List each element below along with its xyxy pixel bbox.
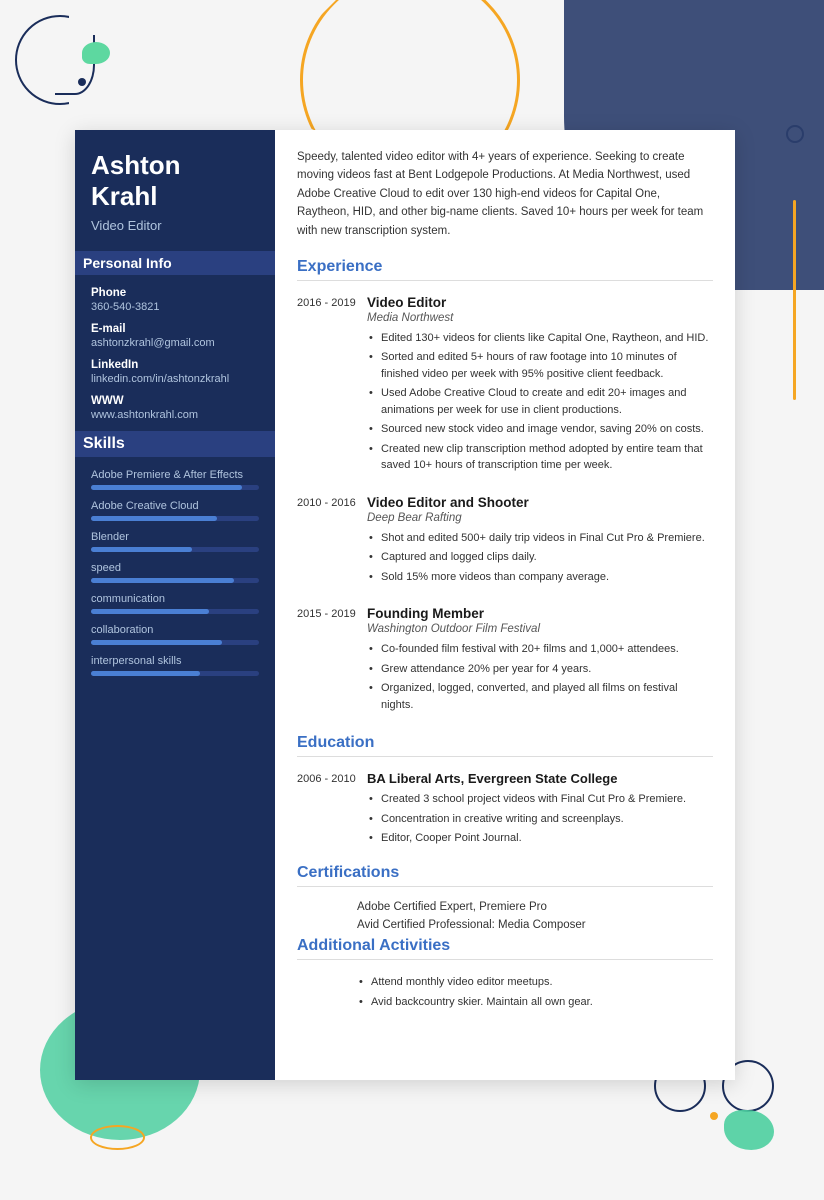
person-title: Video Editor <box>91 218 259 233</box>
exp-bullet: Grew attendance 20% per year for 4 years… <box>367 661 713 678</box>
additional-list: Attend monthly video editor meetups. Avid… <box>357 974 713 1011</box>
exp-job-title: Founding Member <box>367 606 713 621</box>
education-list: 2006 - 2010BA Liberal Arts, Evergreen St… <box>297 771 713 850</box>
exp-job-title: Video Editor and Shooter <box>367 495 713 510</box>
skill-bar-bg <box>91 640 259 645</box>
edu-bullets: Created 3 school project videos with Fin… <box>367 791 713 847</box>
exp-bullets: Shot and edited 500+ daily trip videos i… <box>367 530 713 586</box>
goggle-dot <box>710 1112 718 1120</box>
deco-dot <box>78 78 86 86</box>
exp-bullet: Sorted and edited 5+ hours of raw footag… <box>367 349 713 382</box>
cert-item: Avid Certified Professional: Media Compo… <box>357 919 713 931</box>
exp-bullet: Edited 130+ videos for clients like Capi… <box>367 330 713 347</box>
edu-bullet: Created 3 school project videos with Fin… <box>367 791 713 808</box>
deco-orange-line-right <box>793 200 796 400</box>
skill-bar-fill <box>91 485 242 490</box>
skill-bar-fill <box>91 578 234 583</box>
skill-bar-bg <box>91 671 259 676</box>
exp-bullets: Edited 130+ videos for clients like Capi… <box>367 330 713 474</box>
www-value: www.ashtonkrahl.com <box>91 409 259 421</box>
summary-text: Speedy, talented video editor with 4+ ye… <box>297 148 713 240</box>
exp-dates: 2010 - 2016 <box>297 495 367 589</box>
education-item: 2006 - 2010BA Liberal Arts, Evergreen St… <box>297 771 713 850</box>
exp-dates: 2015 - 2019 <box>297 606 367 716</box>
skill-name: speed <box>91 562 259 574</box>
certifications-list: Adobe Certified Expert, Premiere Pro Avid… <box>297 901 713 931</box>
additional-item: Avid backcountry skier. Maintain all own… <box>357 994 713 1011</box>
skill-bar-fill <box>91 640 222 645</box>
edu-degree: BA Liberal Arts, Evergreen State College <box>367 771 713 786</box>
person-name: Ashton Krahl <box>91 150 259 212</box>
education-section-title: Education <box>297 734 713 757</box>
exp-bullet: Organized, logged, converted, and played… <box>367 680 713 713</box>
edu-details: BA Liberal Arts, Evergreen State College… <box>367 771 713 850</box>
exp-details: Founding Member Washington Outdoor Film F… <box>367 606 713 716</box>
personal-info-title: Personal Info <box>75 251 275 275</box>
skill-bar-bg <box>91 516 259 521</box>
edu-bullet: Editor, Cooper Point Journal. <box>367 830 713 847</box>
skills-list: Adobe Premiere & After Effects Adobe Crea… <box>91 469 259 676</box>
skill-name: Adobe Premiere & After Effects <box>91 469 259 481</box>
exp-bullet: Shot and edited 500+ daily trip videos i… <box>367 530 713 547</box>
skill-name: Adobe Creative Cloud <box>91 500 259 512</box>
exp-company: Media Northwest <box>367 312 713 324</box>
skill-bar-fill <box>91 547 192 552</box>
deco-green-blob <box>82 42 110 64</box>
additional-item: Attend monthly video editor meetups. <box>357 974 713 991</box>
skill-bar-fill <box>91 516 217 521</box>
deco-bottom-left-oval <box>90 1125 145 1150</box>
experience-item: 2016 - 2019Video Editor Media Northwest Ed… <box>297 295 713 477</box>
phone-value: 360-540-3821 <box>91 301 259 313</box>
exp-bullet: Created new clip transcription method ad… <box>367 441 713 474</box>
exp-bullet: Co-founded film festival with 20+ films … <box>367 641 713 658</box>
skill-bar-bg <box>91 547 259 552</box>
experience-section-title: Experience <box>297 258 713 281</box>
exp-job-title: Video Editor <box>367 295 713 310</box>
exp-details: Video Editor Media Northwest Edited 130+ v… <box>367 295 713 477</box>
exp-details: Video Editor and Shooter Deep Bear Raftin… <box>367 495 713 589</box>
skill-bar-bg <box>91 578 259 583</box>
skill-bar-bg <box>91 609 259 614</box>
exp-company: Washington Outdoor Film Festival <box>367 623 713 635</box>
edu-dates: 2006 - 2010 <box>297 771 367 850</box>
skill-bar-bg <box>91 485 259 490</box>
sidebar: Ashton Krahl Video Editor Personal Info … <box>75 130 275 1080</box>
experience-list: 2016 - 2019Video Editor Media Northwest Ed… <box>297 295 713 717</box>
edu-bullet: Concentration in creative writing and sc… <box>367 811 713 828</box>
exp-bullet: Captured and logged clips daily. <box>367 549 713 566</box>
email-value: ashtonzkrahl@gmail.com <box>91 337 259 349</box>
experience-item: 2010 - 2016Video Editor and Shooter Deep … <box>297 495 713 589</box>
experience-item: 2015 - 2019Founding Member Washington Out… <box>297 606 713 716</box>
skill-name: collaboration <box>91 624 259 636</box>
phone-label: Phone <box>91 287 259 299</box>
exp-bullet: Used Adobe Creative Cloud to create and … <box>367 385 713 418</box>
www-label: WWW <box>91 395 259 407</box>
exp-company: Deep Bear Rafting <box>367 512 713 524</box>
additional-section-title: Additional Activities <box>297 937 713 960</box>
email-label: E-mail <box>91 323 259 335</box>
skill-bar-fill <box>91 609 209 614</box>
exp-bullets: Co-founded film festival with 20+ films … <box>367 641 713 713</box>
skill-bar-fill <box>91 671 200 676</box>
skill-name: interpersonal skills <box>91 655 259 667</box>
linkedin-label: LinkedIn <box>91 359 259 371</box>
resume: Ashton Krahl Video Editor Personal Info … <box>75 130 735 1080</box>
exp-dates: 2016 - 2019 <box>297 295 367 477</box>
skill-name: communication <box>91 593 259 605</box>
deco-small-circle-right <box>786 125 804 143</box>
certifications-section-title: Certifications <box>297 864 713 887</box>
exp-bullet: Sold 15% more videos than company averag… <box>367 569 713 586</box>
skills-title: Skills <box>75 431 275 457</box>
skill-name: Blender <box>91 531 259 543</box>
linkedin-value: linkedin.com/in/ashtonzkrahl <box>91 373 259 385</box>
deco-bottom-right-teal <box>724 1110 774 1150</box>
cert-item: Adobe Certified Expert, Premiere Pro <box>357 901 713 913</box>
main-content: Speedy, talented video editor with 4+ ye… <box>275 130 735 1080</box>
exp-bullet: Sourced new stock video and image vendor… <box>367 421 713 438</box>
